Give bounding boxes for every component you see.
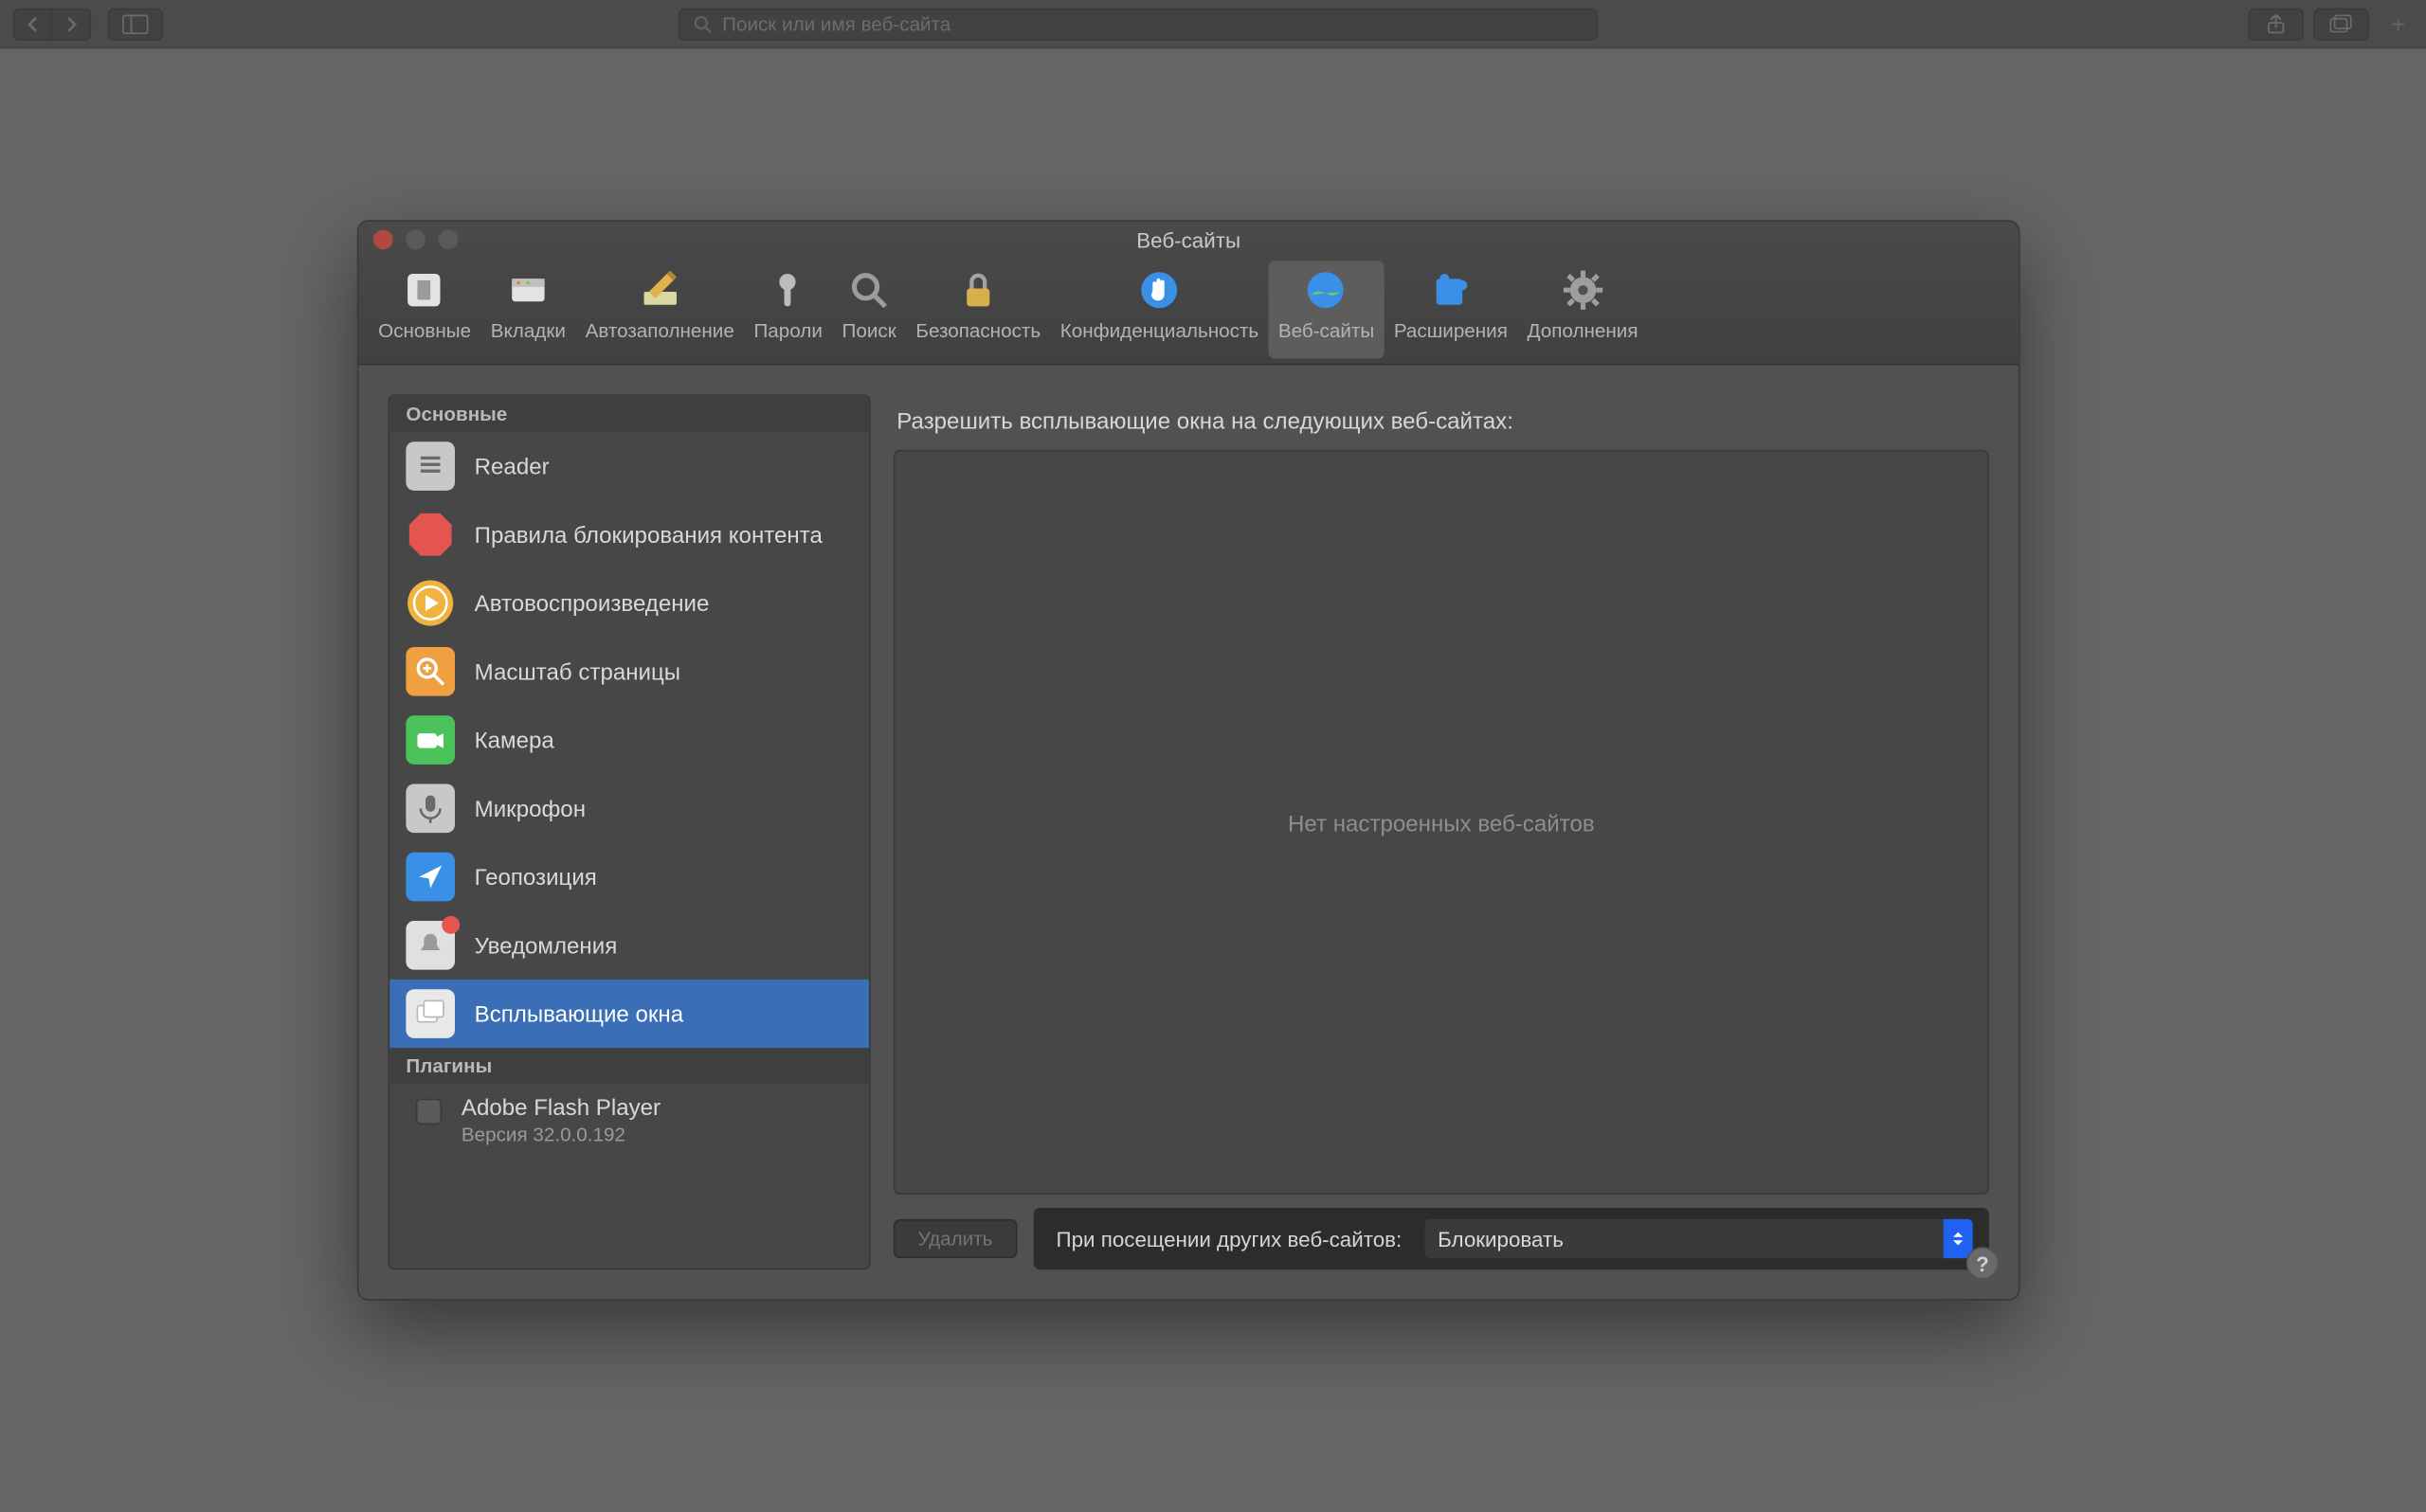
sidebar-item-label: Всплывающие окна bbox=[475, 1000, 684, 1027]
tab-security[interactable]: Безопасность bbox=[906, 261, 1050, 358]
back-button[interactable] bbox=[13, 8, 52, 40]
stop-icon bbox=[406, 510, 455, 559]
general-icon bbox=[402, 267, 447, 313]
tab-autofill[interactable]: Автозаполнение bbox=[575, 261, 744, 358]
reader-icon bbox=[406, 441, 455, 491]
camera-icon bbox=[406, 715, 455, 765]
new-tab-button[interactable]: + bbox=[2383, 9, 2413, 41]
tab-label: Дополнения bbox=[1528, 319, 1638, 342]
sidebar-item-label: Правила блокирования контента bbox=[475, 522, 823, 549]
tab-label: Основные bbox=[378, 319, 471, 342]
preferences-window: Веб-сайты Основные Вкладки Автозаполнени… bbox=[357, 220, 2020, 1301]
sidebar-item-label: Геопозиция bbox=[475, 864, 597, 891]
section-header-main: Основные bbox=[389, 396, 869, 432]
address-bar[interactable]: Поиск или имя веб-сайта bbox=[679, 9, 1598, 41]
tab-label: Автозаполнение bbox=[586, 319, 734, 342]
other-websites-label: При посещении других веб-сайтов: bbox=[1057, 1227, 1403, 1251]
plugin-row-flash[interactable]: Adobe Flash Player Версия 32.0.0.192 bbox=[389, 1084, 869, 1156]
windows-icon bbox=[406, 989, 455, 1038]
notifications-icon bbox=[406, 921, 455, 970]
search-icon bbox=[846, 267, 892, 313]
sidebar-item-label: Reader bbox=[475, 453, 550, 479]
prefs-tabbar: Основные Вкладки Автозаполнение Пароли bbox=[358, 258, 2018, 366]
tabs-button[interactable] bbox=[2313, 9, 2368, 41]
sidebar-item-notifications[interactable]: Уведомления bbox=[389, 911, 869, 980]
websites-sidebar: Основные Reader Правила блокирования кон… bbox=[388, 394, 870, 1269]
tab-search[interactable]: Поиск bbox=[832, 261, 906, 358]
select-value: Блокировать bbox=[1438, 1227, 1564, 1251]
sidebar-item-popups[interactable]: Всплывающие окна bbox=[389, 980, 869, 1048]
forward-button[interactable] bbox=[52, 8, 91, 40]
empty-text: Нет настроенных веб-сайтов bbox=[1288, 809, 1595, 836]
globe-icon bbox=[1303, 267, 1349, 313]
sidebar-item-page-zoom[interactable]: Масштаб страницы bbox=[389, 638, 869, 706]
tab-label: Поиск bbox=[842, 319, 896, 342]
section-header-plugins: Плагины bbox=[389, 1048, 869, 1084]
gear-icon bbox=[1560, 267, 1605, 313]
tab-privacy[interactable]: Конфиденциальность bbox=[1050, 261, 1268, 358]
plugin-checkbox[interactable] bbox=[416, 1099, 443, 1125]
tab-label: Расширения bbox=[1394, 319, 1508, 342]
tab-label: Веб-сайты bbox=[1278, 319, 1374, 342]
other-websites-bar: При посещении других веб-сайтов: Блокиро… bbox=[1033, 1208, 1988, 1269]
websites-list[interactable]: Нет настроенных веб-сайтов bbox=[894, 450, 1989, 1195]
autofill-icon bbox=[637, 267, 682, 313]
plugin-version: Версия 32.0.0.192 bbox=[462, 1123, 661, 1145]
lock-icon bbox=[955, 267, 1001, 313]
sidebar-item-label: Микрофон bbox=[475, 796, 586, 822]
puzzle-icon bbox=[1428, 267, 1474, 313]
other-websites-select[interactable]: Блокировать bbox=[1424, 1219, 1972, 1258]
search-icon bbox=[693, 14, 713, 34]
plugin-name: Adobe Flash Player bbox=[462, 1093, 661, 1120]
tab-label: Вкладки bbox=[491, 319, 566, 342]
help-button[interactable]: ? bbox=[1966, 1247, 1999, 1279]
browser-toolbar: Поиск или имя веб-сайта + bbox=[0, 0, 2426, 49]
chevron-updown-icon bbox=[1944, 1219, 1973, 1258]
main-heading: Разрешить всплывающие окна на следующих … bbox=[896, 407, 1989, 434]
hand-icon bbox=[1136, 267, 1182, 313]
tab-general[interactable]: Основные bbox=[369, 261, 481, 358]
tab-label: Пароли bbox=[753, 319, 822, 342]
mic-icon bbox=[406, 784, 455, 834]
tab-advanced[interactable]: Дополнения bbox=[1517, 261, 1648, 358]
window-titlebar[interactable]: Веб-сайты bbox=[358, 222, 2018, 258]
sidebar-item-autoplay[interactable]: Автовоспроизведение bbox=[389, 568, 869, 637]
tab-extensions[interactable]: Расширения bbox=[1385, 261, 1518, 358]
sidebar-item-camera[interactable]: Камера bbox=[389, 706, 869, 774]
tab-label: Безопасность bbox=[915, 319, 1041, 342]
share-button[interactable] bbox=[2248, 9, 2303, 41]
tab-label: Конфиденциальность bbox=[1060, 319, 1258, 342]
tabs-icon bbox=[505, 267, 551, 313]
sidebar-item-location[interactable]: Геопозиция bbox=[389, 842, 869, 910]
sidebar-item-reader[interactable]: Reader bbox=[389, 432, 869, 500]
sidebar-item-label: Автовоспроизведение bbox=[475, 590, 710, 617]
play-icon bbox=[406, 579, 455, 628]
sidebar-item-microphone[interactable]: Микрофон bbox=[389, 774, 869, 842]
delete-button[interactable]: Удалить bbox=[894, 1219, 1017, 1258]
tab-tabs[interactable]: Вкладки bbox=[480, 261, 575, 358]
websites-main: Разрешить всплывающие окна на следующих … bbox=[894, 394, 1989, 1269]
sidebar-item-label: Камера bbox=[475, 727, 554, 753]
sidebar-toggle-button[interactable] bbox=[108, 8, 163, 40]
badge-icon bbox=[442, 916, 460, 934]
tab-websites[interactable]: Веб-сайты bbox=[1268, 261, 1384, 358]
sidebar-item-label: Масштаб страницы bbox=[475, 658, 680, 685]
key-icon bbox=[766, 267, 811, 313]
address-placeholder: Поиск или имя веб-сайта bbox=[722, 13, 950, 36]
sidebar-item-content-blockers[interactable]: Правила блокирования контента bbox=[389, 500, 869, 568]
zoom-icon bbox=[406, 647, 455, 696]
location-icon bbox=[406, 853, 455, 902]
sidebar-item-label: Уведомления bbox=[475, 932, 618, 959]
tab-passwords[interactable]: Пароли bbox=[744, 261, 832, 358]
window-title: Веб-сайты bbox=[358, 227, 2018, 252]
